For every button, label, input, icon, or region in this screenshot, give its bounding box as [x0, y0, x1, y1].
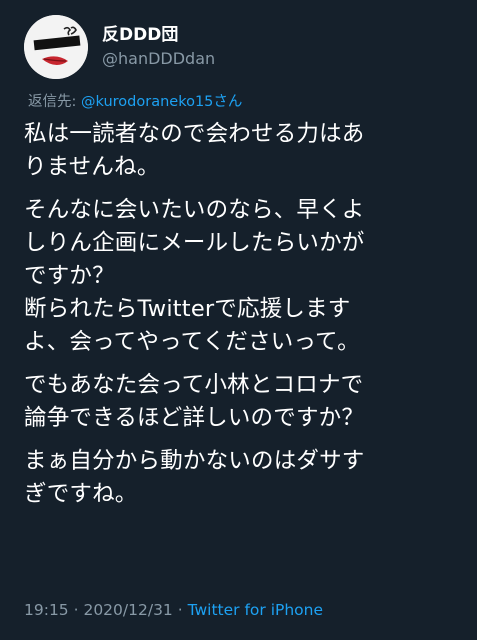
meta-separator: ·	[68, 601, 84, 619]
avatar[interactable]	[24, 15, 88, 79]
tweet-line: でもあなた会って小林とコロナで	[24, 372, 364, 398]
tweet-paragraph-4: まぁ自分から動かないのはダサす ぎですね。	[24, 445, 464, 511]
tweet-time: 19:15	[24, 601, 69, 619]
tweet-line: ぎですね。	[24, 481, 138, 507]
reply-mention-link[interactable]: @kurodoraneko15さん	[81, 94, 242, 110]
tweet-line: 断られたらTwitterで応援します	[24, 296, 351, 322]
tweet-line: よ、会ってやってくださいって。	[24, 329, 360, 355]
tweet-line: ですか？	[24, 263, 115, 289]
tweet-meta: 19:15 · 2020/12/31 · Twitter for iPhone	[24, 601, 323, 619]
meta-separator: ·	[172, 601, 188, 619]
tweet-line: 論争できるほど詳しいのですか？	[24, 405, 365, 431]
tweet-text: 私は一読者なので会わせる力はあ りませんね。 そんなに会いたいのなら、早くよ し…	[24, 118, 464, 521]
tweet-paragraph-3: でもあなた会って小林とコロナで 論争できるほど詳しいのですか？	[24, 369, 464, 435]
tweet-line: そんなに会いたいのなら、早くよ	[24, 197, 365, 223]
tweet-line: 私は一読者なので会わせる力はあ	[24, 121, 365, 147]
tweet-header: 反DDD団 @hanDDDdan	[24, 14, 215, 80]
tweet-source-link[interactable]: Twitter for iPhone	[188, 601, 323, 619]
author-names: 反DDD団 @hanDDDdan	[102, 24, 215, 70]
tweet-line: りませんね。	[24, 154, 160, 180]
tweet-paragraph-2: そんなに会いたいのなら、早くよ しりん企画にメールしたらいかが ですか？ 断られ…	[24, 194, 464, 359]
tweet-line: まぁ自分から動かないのはダサす	[24, 448, 365, 474]
author-handle[interactable]: @hanDDDdan	[102, 48, 215, 70]
reply-to-line: 返信先: @kurodoraneko15さん	[28, 90, 242, 111]
tweet-paragraph-1: 私は一読者なので会わせる力はあ りませんね。	[24, 118, 464, 184]
tweet-line: しりん企画にメールしたらいかが	[24, 230, 365, 256]
author-display-name[interactable]: 反DDD団	[102, 24, 215, 46]
tweet-date[interactable]: 2020/12/31	[83, 601, 172, 619]
tweet-detail: 反DDD団 @hanDDDdan 返信先: @kurodoraneko15さん …	[0, 0, 477, 640]
reply-prefix: 返信先:	[28, 94, 81, 110]
avatar-face-icon	[24, 15, 88, 79]
